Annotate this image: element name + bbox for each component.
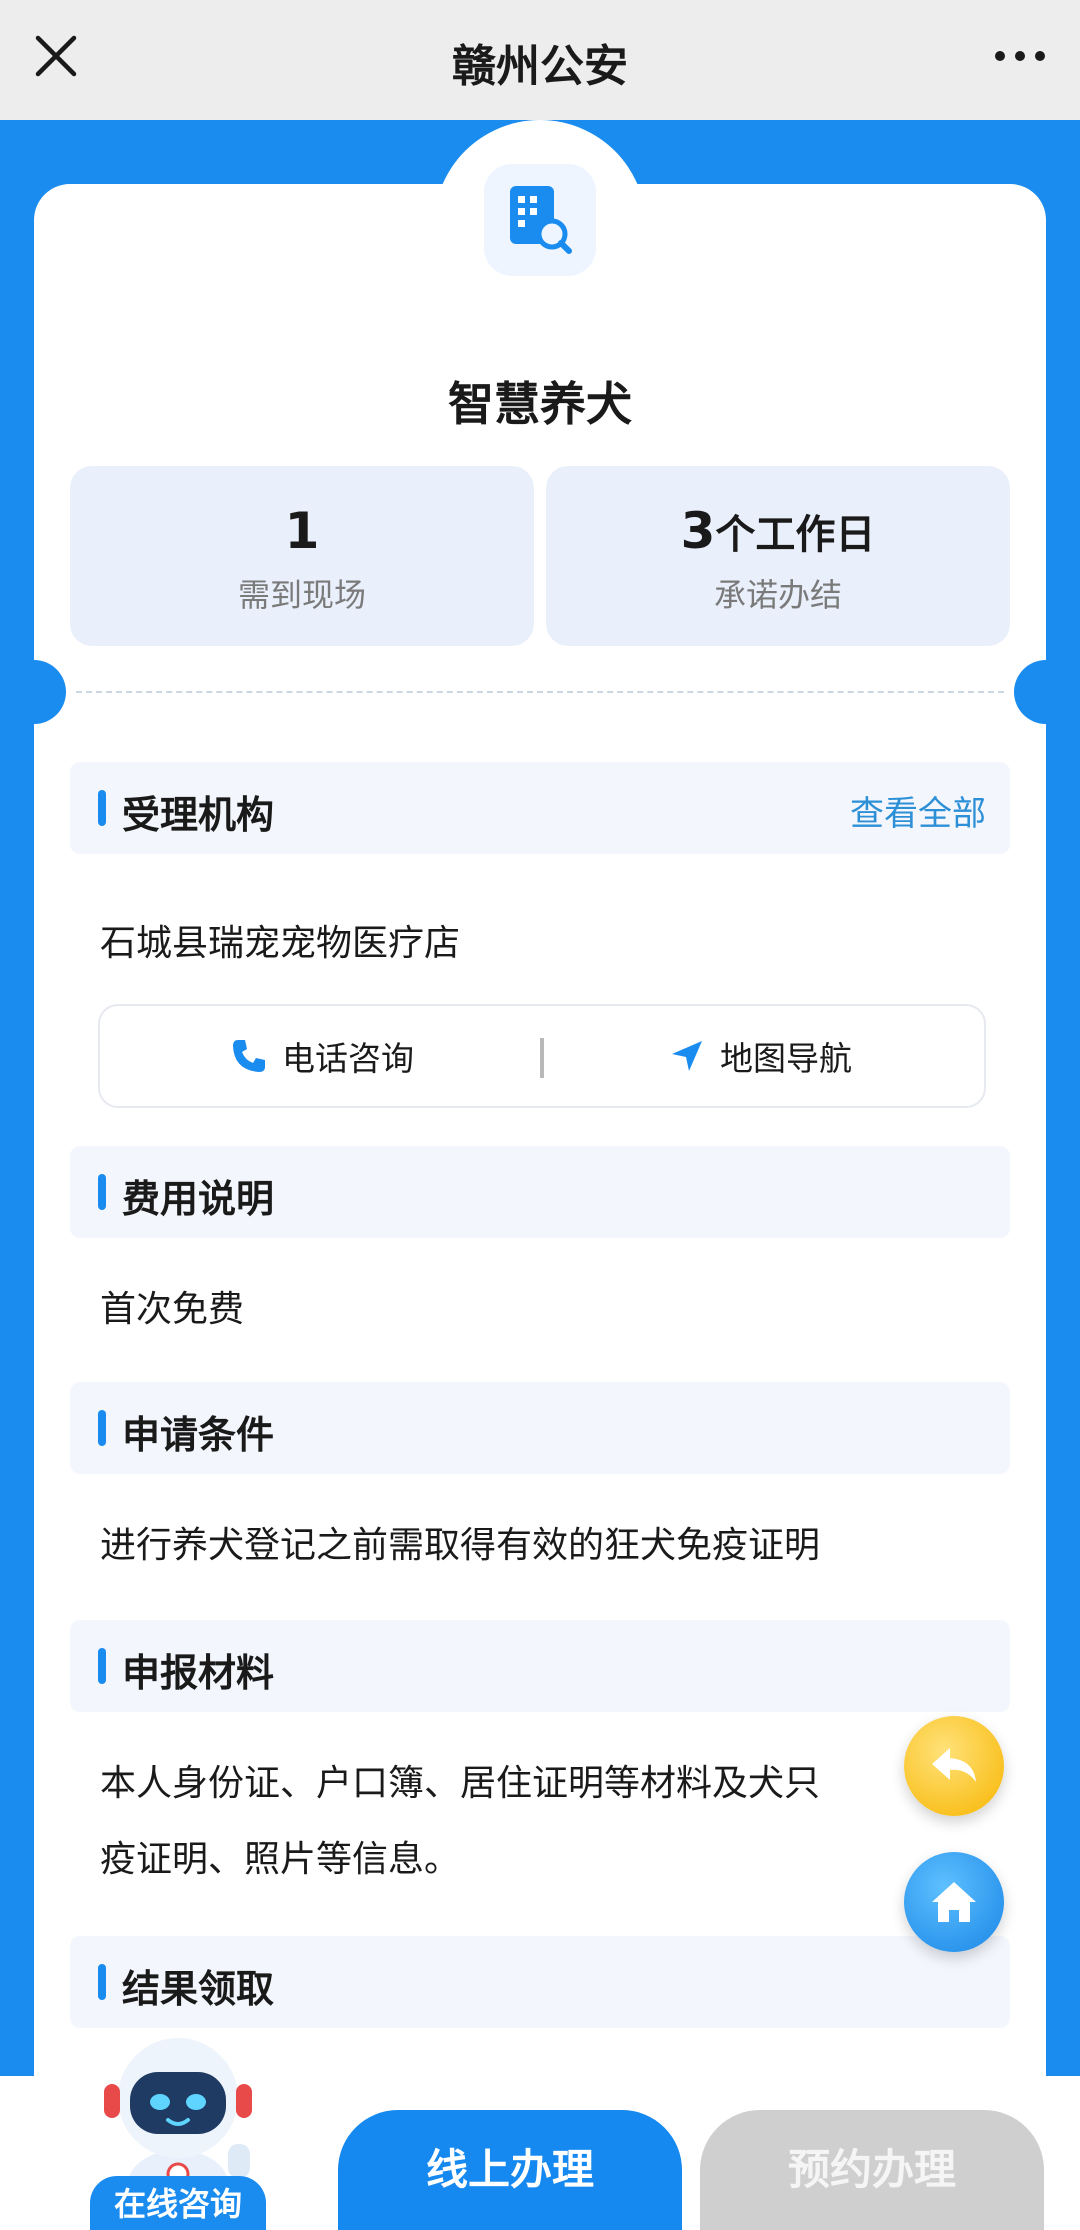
back-button[interactable] [904, 1716, 1004, 1816]
divider [76, 691, 1004, 693]
stat-label: 需到现场 [237, 576, 366, 614]
more-icon[interactable] [988, 28, 1052, 84]
service-title: 智慧养犬 [448, 377, 632, 431]
online-processing-button[interactable]: 线上办理 [338, 2110, 682, 2230]
phone-consult-button[interactable]: 电话咨询 [230, 1006, 414, 1106]
section-marker [98, 790, 106, 826]
map-navigation-label: 地图导航 [720, 1039, 852, 1078]
ticket-notch-right [1014, 660, 1078, 724]
reply-arrow-icon [932, 1748, 976, 1782]
section-title: 费用说明 [122, 1177, 275, 1221]
section-title: 申报材料 [122, 1651, 275, 1695]
page-title: 赣州公安 [452, 41, 628, 92]
section-materials-header: 申报材料 [70, 1620, 1010, 1712]
building-search-icon [510, 186, 572, 254]
contact-actions: 电话咨询 地图导航 [98, 1004, 986, 1108]
stat-onsite-visits: 1 需到现场 [70, 466, 534, 646]
section-agency-header: 受理机构 查看全部 [70, 762, 1010, 854]
map-navigation-button[interactable]: 地图导航 [668, 1006, 852, 1106]
section-marker [98, 1648, 106, 1684]
view-all-link[interactable]: 查看全部 [850, 786, 986, 835]
stat-processing-time: 3个工作日 承诺办结 [546, 466, 1010, 646]
materials-content-line2: 疫证明、照片等信息。 [100, 1839, 461, 1880]
ticket-notch-left [2, 660, 66, 724]
navigation-arrow-icon [672, 1041, 702, 1071]
service-logo [484, 164, 596, 276]
section-marker [98, 1174, 106, 1210]
home-icon [932, 1882, 976, 1922]
section-result-header: 结果领取 [70, 1936, 1010, 2028]
section-title: 申请条件 [122, 1413, 275, 1457]
fees-content: 首次免费 [100, 1289, 245, 1330]
materials-content-line1: 本人身份证、户口簿、居住证明等材料及犬只 [100, 1763, 821, 1804]
online-consult-button[interactable]: 在线咨询 [90, 2176, 266, 2230]
section-conditions-header: 申请条件 [70, 1382, 1010, 1474]
contact-divider [540, 1038, 544, 1078]
stat-label: 承诺办结 [713, 576, 842, 614]
section-fees-header: 费用说明 [70, 1146, 1010, 1238]
section-title: 受理机构 [122, 793, 275, 837]
home-button[interactable] [904, 1852, 1004, 1952]
phone-consult-label: 电话咨询 [282, 1039, 414, 1078]
appointment-button[interactable]: 预约办理 [700, 2110, 1044, 2230]
stat-value: 1 [284, 502, 320, 560]
section-title: 结果领取 [122, 1967, 275, 2011]
section-marker [98, 1964, 106, 2000]
stat-value: 3个工作日 [680, 502, 876, 560]
conditions-content: 进行养犬登记之前需取得有效的狂犬免疫证明 [100, 1525, 821, 1566]
agency-name: 石城县瑞宠宠物医疗店 [100, 923, 461, 964]
section-marker [98, 1410, 106, 1446]
phone-icon [233, 1040, 265, 1072]
top-nav-bar: 赣州公安 [0, 0, 1080, 120]
